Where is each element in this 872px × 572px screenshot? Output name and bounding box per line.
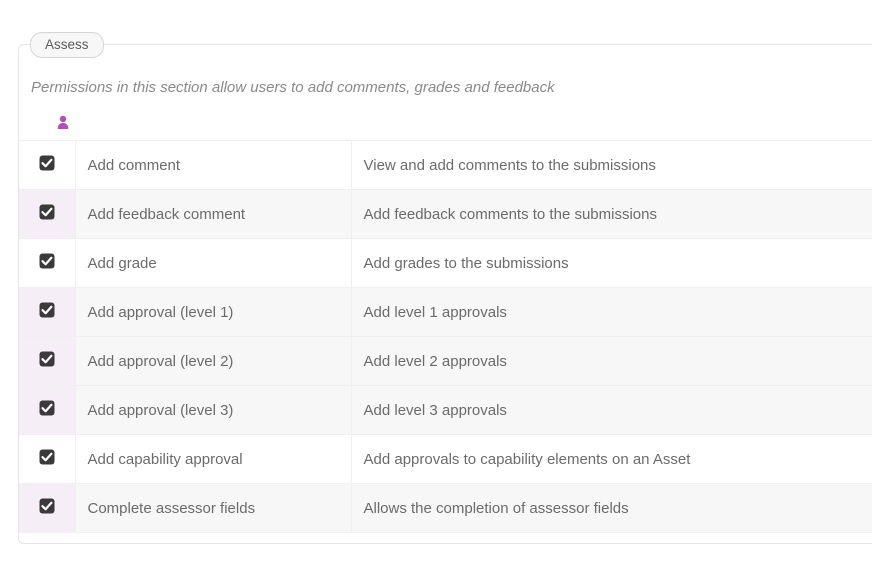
section-tab-assess[interactable]: Assess [30,32,104,58]
permission-label: Add feedback comment [75,190,351,239]
permission-checkbox[interactable] [19,141,75,190]
permission-row: Add approval (level 2)Add level 2 approv… [19,337,872,386]
checkbox-icon [39,351,55,367]
permissions-table: Add commentView and add comments to the … [19,140,872,533]
role-icon-header [19,114,872,140]
permission-checkbox[interactable] [19,337,75,386]
permission-label: Add approval (level 2) [75,337,351,386]
permission-label: Add capability approval [75,435,351,484]
permission-description: Allows the completion of assessor fields [351,484,872,533]
permission-row: Complete assessor fieldsAllows the compl… [19,484,872,533]
permission-description: Add feedback comments to the submissions [351,190,872,239]
permission-checkbox[interactable] [19,435,75,484]
checkbox-icon [39,204,55,220]
permission-label: Add comment [75,141,351,190]
permission-label: Add approval (level 3) [75,386,351,435]
permission-description: Add level 2 approvals [351,337,872,386]
permission-description: Add approvals to capability elements on … [351,435,872,484]
permission-checkbox[interactable] [19,386,75,435]
permission-row: Add feedback commentAdd feedback comment… [19,190,872,239]
checkbox-icon [39,498,55,514]
assess-panel: Permissions in this section allow users … [18,44,872,544]
permission-description: Add grades to the submissions [351,239,872,288]
checkbox-icon [39,302,55,318]
checkbox-icon [39,400,55,416]
permission-row: Add approval (level 3)Add level 3 approv… [19,386,872,435]
checkbox-icon [39,155,55,171]
section-description: Permissions in this section allow users … [31,79,872,96]
permission-row: Add gradeAdd grades to the submissions [19,239,872,288]
permission-checkbox[interactable] [19,288,75,337]
permission-checkbox[interactable] [19,484,75,533]
permission-description: Add level 3 approvals [351,386,872,435]
permission-label: Add grade [75,239,351,288]
permission-checkbox[interactable] [19,239,75,288]
permission-description: Add level 1 approvals [351,288,872,337]
checkbox-icon [39,449,55,465]
permission-row: Add approval (level 1)Add level 1 approv… [19,288,872,337]
permission-row: Add capability approvalAdd approvals to … [19,435,872,484]
permission-label: Complete assessor fields [75,484,351,533]
checkbox-icon [39,253,55,269]
permission-label: Add approval (level 1) [75,288,351,337]
permission-description: View and add comments to the submissions [351,141,872,190]
permission-checkbox[interactable] [19,190,75,239]
permission-row: Add commentView and add comments to the … [19,141,872,190]
person-icon [55,114,872,130]
